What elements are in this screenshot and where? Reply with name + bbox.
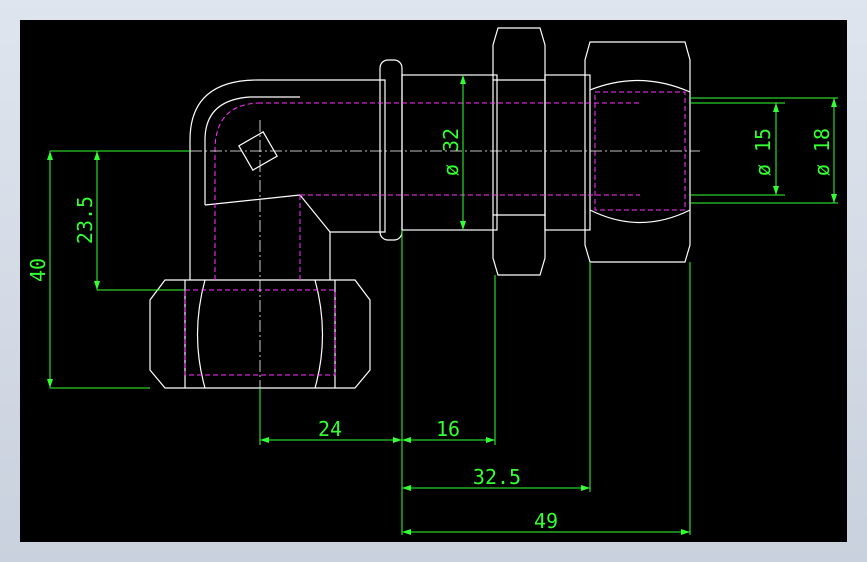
connector-tube	[544, 74, 591, 231]
part-outline	[149, 27, 691, 389]
right-nut	[584, 41, 691, 263]
drawing-canvas[interactable]: 40 23.5 ø 32 ø 15 ø 18 24 16 32.5 49	[20, 20, 847, 542]
hidden-lines	[184, 91, 686, 376]
bottom-nut-face-right	[314, 279, 324, 389]
dim-40-label: 40	[26, 258, 50, 282]
right-nut-face-bottom	[589, 209, 691, 223]
bottom-nut-face-left	[196, 279, 206, 389]
tube-band	[379, 59, 403, 241]
dim-16-label: 16	[436, 417, 460, 441]
dim-49-label: 49	[534, 509, 558, 533]
elbow-body	[189, 79, 386, 280]
elbow-seam-2	[204, 194, 301, 206]
dim-d32-label: ø 32	[439, 128, 463, 176]
cad-window-frame: 40 23.5 ø 32 ø 15 ø 18 24 16 32.5 49	[0, 0, 867, 562]
dim-d15-label: ø 15	[751, 128, 775, 176]
dim-32-5-label: 32.5	[473, 465, 521, 489]
dim-24-label: 24	[318, 417, 342, 441]
dim-d18-label: ø 18	[810, 128, 834, 176]
elbow-seam	[299, 194, 331, 233]
right-nut-face-top	[589, 79, 691, 93]
middle-nut	[492, 27, 546, 276]
technical-drawing: 40 23.5 ø 32 ø 15 ø 18 24 16 32.5 49	[26, 27, 838, 535]
dim-23-5-label: 23.5	[73, 196, 97, 244]
hidden-elbow-curve	[214, 102, 259, 280]
